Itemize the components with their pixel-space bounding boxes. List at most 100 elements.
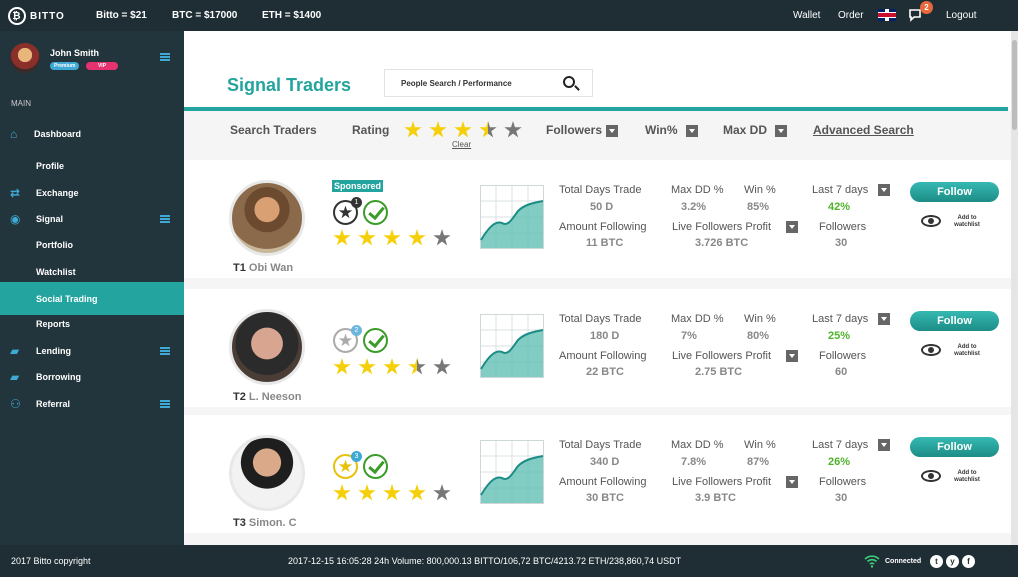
star-icon: [383, 229, 401, 246]
trader-name-text: L. Neeson: [248, 391, 302, 403]
trader-card: T3 Simon. C 3 Total Days Trade 340 D Max…: [184, 415, 1018, 533]
trader-photo[interactable]: [229, 309, 305, 385]
bitto-price: Bitto = $21: [96, 10, 147, 21]
tumblr-icon[interactable]: t: [930, 555, 943, 568]
follow-button[interactable]: Follow: [910, 311, 999, 331]
star-icon: [408, 229, 426, 246]
amount-following-value: 30 BTC: [586, 492, 624, 504]
dropdown-icon[interactable]: [786, 476, 798, 488]
submenu-toggle-icon[interactable]: [160, 400, 170, 408]
win-label: Win %: [744, 313, 776, 325]
wallet-link[interactable]: Wallet: [793, 10, 820, 21]
live-profit-label: Live Followers Profit: [672, 350, 772, 362]
add-to-watchlist[interactable]: Add to watchlist: [952, 215, 982, 229]
sidebar-item-portfolio[interactable]: Portfolio: [0, 232, 184, 258]
watchlist-label: watchlist: [954, 222, 980, 228]
search-traders-label: Search Traders: [230, 123, 317, 137]
win-filter[interactable]: Win%: [645, 123, 698, 137]
performance-sparkline[interactable]: [480, 440, 544, 504]
rank-star-icon: 3: [333, 451, 362, 479]
dropdown-icon[interactable]: [878, 313, 890, 325]
dropdown-icon[interactable]: [878, 184, 890, 196]
star-icon[interactable]: [504, 121, 522, 138]
follow-button[interactable]: Follow: [910, 437, 999, 457]
twitter-icon[interactable]: y: [946, 555, 959, 568]
sidebar-item-label: Signal: [36, 214, 64, 224]
dropdown-icon[interactable]: [775, 124, 788, 137]
eye-icon[interactable]: [921, 344, 941, 356]
scrollbar-thumb[interactable]: [1012, 40, 1017, 130]
submenu-toggle-icon[interactable]: [160, 215, 170, 223]
menu-toggle-icon[interactable]: [160, 53, 170, 61]
sidebar-item-reports[interactable]: Reports: [0, 311, 184, 337]
last7-value: 42%: [828, 201, 851, 213]
star-icon[interactable]: [429, 121, 447, 138]
performance-sparkline[interactable]: [480, 314, 544, 378]
trader-name[interactable]: T1 Obi Wan: [233, 262, 293, 274]
sidebar-item-exchange[interactable]: ⇄ Exchange: [0, 180, 184, 206]
trader-name-text: Obi Wan: [248, 262, 294, 274]
followers-filter[interactable]: Followers: [546, 123, 619, 137]
logo[interactable]: ₿ BITTO: [8, 7, 65, 25]
facebook-icon[interactable]: f: [962, 555, 975, 568]
sidebar: John Smith Premium VIP MAIN ⌂ Dashboard P…: [0, 31, 184, 545]
add-to-watchlist[interactable]: Add to watchlist: [952, 344, 982, 358]
page-header: Signal Traders: [184, 31, 1018, 111]
trader-photo[interactable]: [229, 180, 305, 256]
add-to-watchlist[interactable]: Add to watchlist: [952, 470, 982, 484]
watchlist-label: watchlist: [954, 351, 980, 357]
sidebar-item-signal[interactable]: ◉ Signal: [0, 206, 184, 232]
logo-text: BITTO: [30, 10, 65, 22]
verified-check-icon: [363, 200, 388, 225]
eye-icon[interactable]: [921, 470, 941, 482]
rank-star-icon: 1: [333, 197, 362, 225]
advanced-search-link[interactable]: Advanced Search: [813, 123, 914, 137]
search-icon[interactable]: [563, 76, 575, 88]
order-link[interactable]: Order: [838, 10, 864, 21]
star-icon[interactable]: [404, 121, 422, 138]
referral-icon: ⚇: [10, 397, 21, 411]
win-value: 85%: [747, 201, 770, 213]
trader-photo[interactable]: [229, 435, 305, 511]
maxdd-label: Max DD %: [671, 184, 724, 196]
maxdd-filter[interactable]: Max DD: [723, 123, 788, 137]
logout-link[interactable]: Logout: [946, 10, 977, 21]
sidebar-item-referral[interactable]: ⚇ Referral: [0, 391, 184, 417]
search-input[interactable]: [385, 70, 555, 96]
total-days-value: 180 D: [590, 330, 620, 342]
maxdd-filter-label: Max DD: [723, 123, 768, 137]
sidebar-item-label: Borrowing: [36, 372, 81, 382]
live-profit-label: Live Followers Profit: [672, 476, 772, 488]
win-label: Win %: [744, 184, 776, 196]
dropdown-icon[interactable]: [786, 350, 798, 362]
performance-sparkline[interactable]: [480, 185, 544, 249]
section-label: MAIN: [11, 99, 31, 108]
sidebar-item-lending[interactable]: ▰ Lending: [0, 338, 184, 364]
borrowing-icon: ▰: [10, 370, 20, 384]
sidebar-item-dashboard[interactable]: ⌂ Dashboard: [0, 121, 184, 147]
sidebar-item-borrowing[interactable]: ▰ Borrowing: [0, 364, 184, 390]
trader-rank: T1: [233, 262, 246, 274]
submenu-toggle-icon[interactable]: [160, 347, 170, 355]
uk-flag-icon[interactable]: [878, 9, 896, 21]
dropdown-icon[interactable]: [685, 124, 698, 137]
dropdown-icon[interactable]: [878, 439, 890, 451]
followers-filter-label: Followers: [546, 123, 603, 137]
sidebar-item-profile[interactable]: Profile: [0, 153, 184, 179]
dropdown-icon[interactable]: [786, 221, 798, 233]
star-half-icon[interactable]: [479, 121, 497, 138]
followers-label: Followers: [819, 350, 867, 362]
people-search[interactable]: [384, 69, 593, 97]
clear-rating-link[interactable]: Clear: [452, 140, 471, 149]
trader-name[interactable]: T3 Simon. C: [233, 517, 297, 529]
trader-card: T1 Obi Wan Sponsored 1 Total Days Trade …: [184, 160, 1018, 278]
avatar[interactable]: [10, 43, 40, 73]
star-icon[interactable]: [454, 121, 472, 138]
total-days-value: 50 D: [590, 201, 614, 213]
follow-button[interactable]: Follow: [910, 182, 999, 202]
eye-icon[interactable]: [921, 215, 941, 227]
dropdown-icon[interactable]: [606, 124, 619, 137]
trader-name[interactable]: T2 L. Neeson: [233, 391, 301, 403]
maxdd-value: 7%: [681, 330, 697, 342]
sidebar-item-label: Profile: [36, 161, 65, 171]
